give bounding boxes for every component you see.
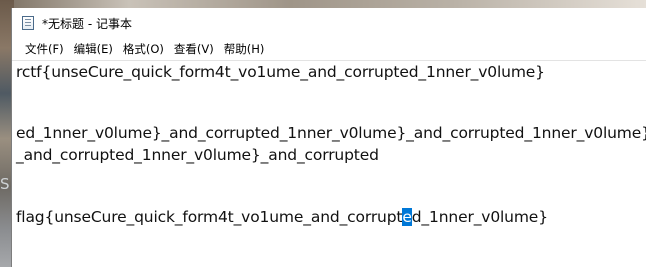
menu-bar: 文件(F) 编辑(E) 格式(O) 查看(V) 帮助(H) — [12, 38, 646, 60]
editor-line-3: _and_corrupted_1nner_v0lume}_and_corrupt… — [16, 146, 379, 164]
title-bar[interactable]: *无标题 - 记事本 — [12, 8, 646, 38]
menu-view[interactable]: 查看(V) — [169, 41, 219, 57]
selected-text[interactable]: e — [402, 208, 412, 226]
line-4-after-selection: d_1nner_v0lume} — [411, 208, 548, 226]
line-4-before-selection: flag{unseCure_quick_form4t_vo1ume_and_co… — [16, 208, 403, 226]
editor-line-2: ed_1nner_v0lume}_and_corrupted_1nner_v0l… — [16, 124, 646, 142]
menu-format[interactable]: 格式(O) — [118, 41, 169, 57]
notepad-window: *无标题 - 记事本 文件(F) 编辑(E) 格式(O) 查看(V) 帮助(H)… — [12, 8, 646, 267]
notepad-icon[interactable] — [22, 16, 34, 30]
editor-line-4: flag{unseCure_quick_form4t_vo1ume_and_co… — [16, 207, 548, 227]
menu-file[interactable]: 文件(F) — [20, 41, 69, 57]
background-window-letter: S — [0, 175, 10, 193]
text-editor-area[interactable]: rctf{unseCure_quick_form4t_vo1ume_and_co… — [12, 60, 646, 267]
editor-line-1: rctf{unseCure_quick_form4t_vo1ume_and_co… — [16, 63, 545, 81]
menu-help[interactable]: 帮助(H) — [219, 41, 270, 57]
screen: S *无标题 - 记事本 文件(F) 编辑(E) 格式(O) 查看(V) 帮助(… — [0, 0, 646, 267]
window-title: *无标题 - 记事本 — [42, 16, 132, 31]
menu-edit[interactable]: 编辑(E) — [69, 41, 118, 57]
